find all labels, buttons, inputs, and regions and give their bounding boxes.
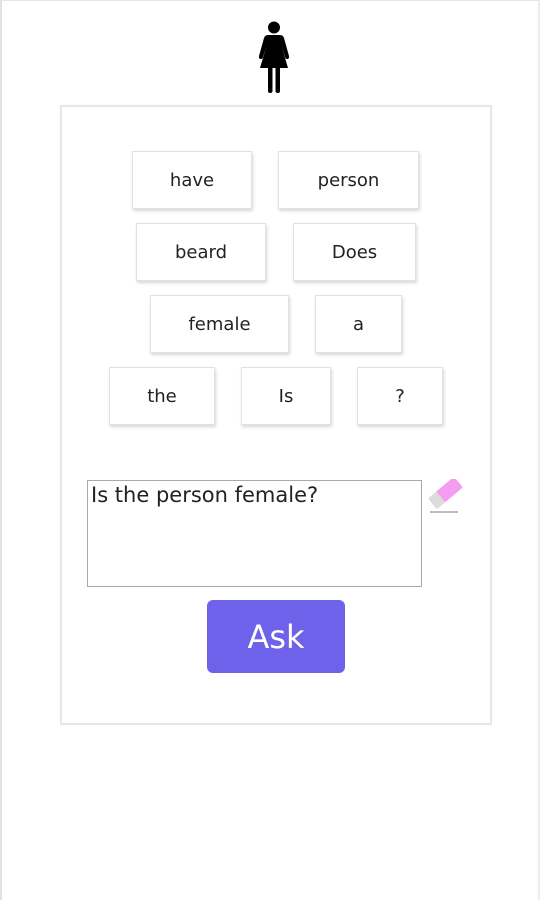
eraser-icon[interactable] (428, 479, 468, 515)
word-chip-question-mark[interactable]: ? (357, 367, 443, 425)
word-chip-is[interactable]: Is (241, 367, 331, 425)
question-text-field[interactable]: Is the person female? (87, 480, 422, 587)
ask-button[interactable]: Ask (207, 600, 345, 673)
word-chip-a[interactable]: a (315, 295, 402, 353)
word-chip-have[interactable]: have (132, 151, 252, 209)
word-chip-beard[interactable]: beard (136, 223, 266, 281)
word-chip-person[interactable]: person (278, 151, 419, 209)
screen: have person beard Does female a the Is ?… (0, 0, 540, 900)
word-chip-does[interactable]: Does (293, 223, 416, 281)
female-person-icon (258, 21, 290, 93)
word-chip-the[interactable]: the (109, 367, 215, 425)
word-chip-female[interactable]: female (150, 295, 289, 353)
